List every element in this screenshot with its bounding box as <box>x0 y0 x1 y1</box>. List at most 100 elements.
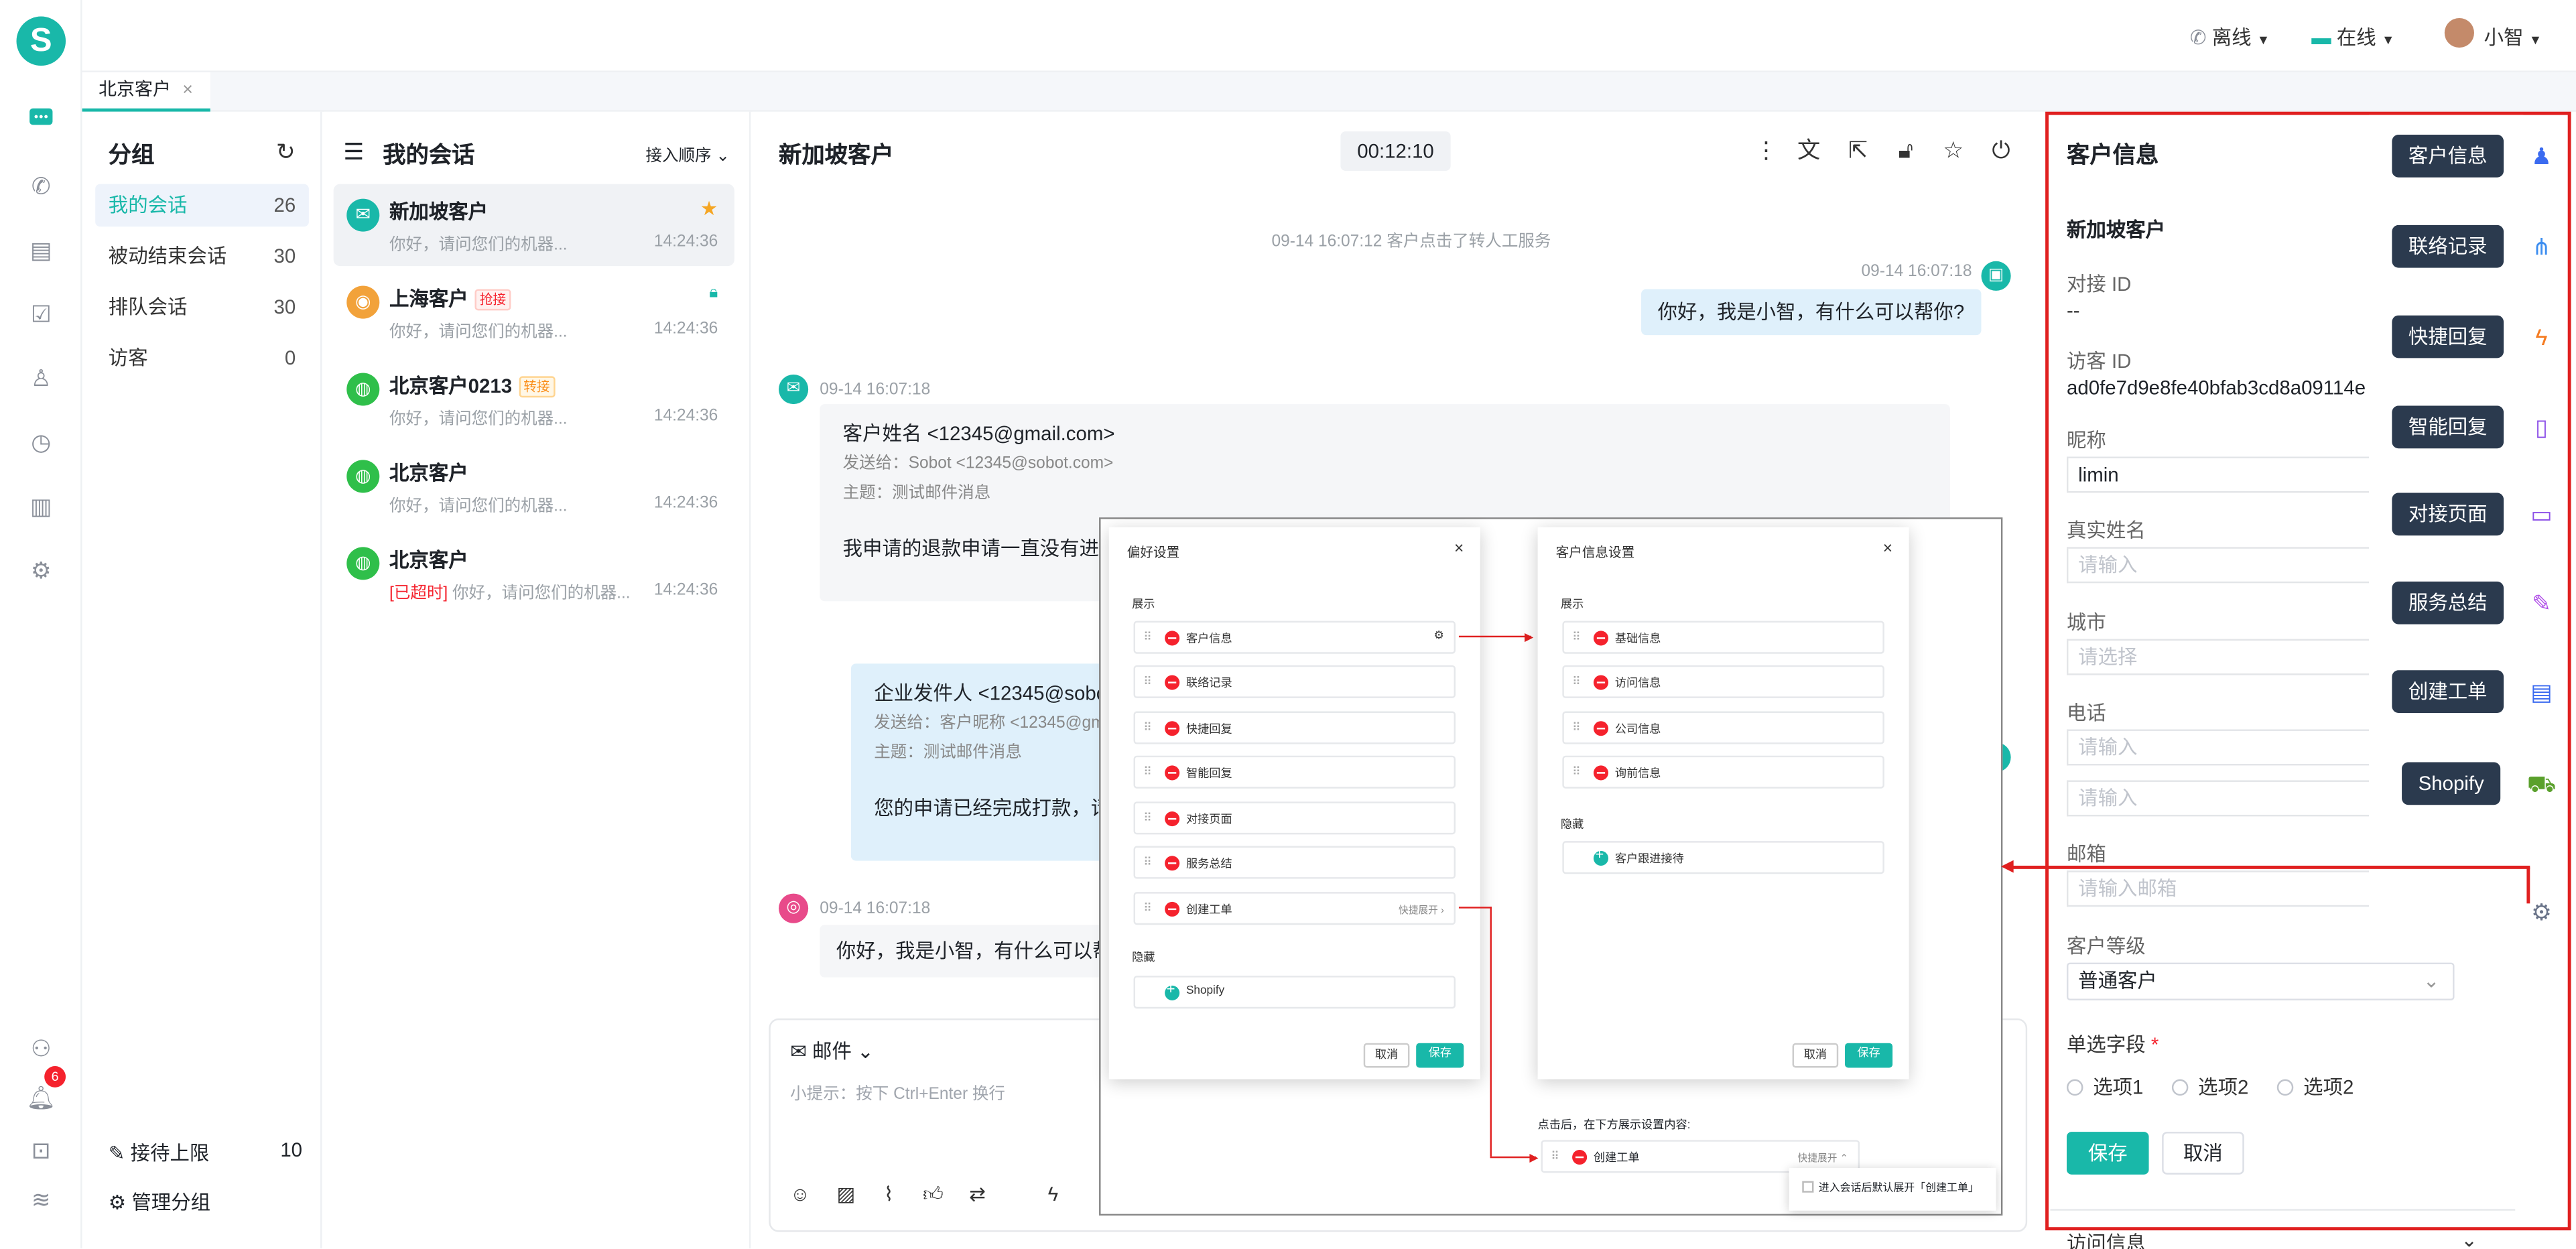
menu-pill-dock-page[interactable]: 对接页面 <box>2392 492 2504 536</box>
gear-icon[interactable]: ⚙ <box>1433 629 1443 642</box>
history-icon[interactable]: ◷ <box>25 425 58 458</box>
attachment-icon[interactable]: ⌇ <box>876 1181 902 1207</box>
lightning-icon[interactable]: ϟ <box>2526 322 2556 351</box>
drag-handle-icon[interactable]: ⠿ <box>1143 675 1152 688</box>
menu-pill-contact-records[interactable]: 联络记录 <box>2392 224 2504 268</box>
tree-icon[interactable]: ⋔ <box>2526 232 2556 261</box>
checkbox-icon[interactable] <box>1802 1181 1814 1193</box>
info-row[interactable]: ⠿ 基础信息 <box>1562 620 1884 654</box>
remove-icon[interactable] <box>1593 675 1609 690</box>
phone-input[interactable]: 请输入 <box>2066 729 2370 766</box>
phone-status[interactable]: ✆ 离线 ▼ <box>2190 23 2270 51</box>
save-button[interactable]: 保存 <box>2066 1132 2149 1175</box>
radio-option-3[interactable]: 选项2 <box>2276 1076 2354 1099</box>
city-select[interactable]: 请选择 <box>2066 639 2370 675</box>
manage-groups[interactable]: ⚙ 管理分组 <box>109 1187 210 1215</box>
contact-icon[interactable]: ♙ <box>25 361 58 394</box>
settings-icon[interactable]: ⚙ <box>25 553 58 586</box>
close-icon[interactable]: × <box>1454 541 1464 559</box>
remove-icon[interactable] <box>1165 721 1180 736</box>
summary-icon[interactable]: ✎ <box>2526 588 2556 618</box>
conversation-item[interactable]: ✉ 新加坡客户 ★ 你好，请问您们的机器... 14:24:36 <box>333 184 734 267</box>
ticket-expand-option[interactable]: 进入会话后默认展开「创建工单」 <box>1789 1168 1996 1211</box>
remove-icon[interactable] <box>1572 1150 1588 1165</box>
conversation-item[interactable]: ◍ 北京客户 你好，请问您们的机器... 14:24:36 <box>334 445 734 527</box>
unlock-icon[interactable]: 🔓︎ <box>1891 135 1921 164</box>
nickname-input[interactable]: limin <box>2066 456 2370 493</box>
window-icon[interactable]: ▭ <box>2526 499 2556 529</box>
level-select[interactable]: 普通客户 ⌄ <box>2066 962 2455 1000</box>
add-icon[interactable] <box>1165 981 1180 1000</box>
sort-dropdown[interactable]: 接入顺序 ⌄ <box>645 141 729 166</box>
drag-handle-icon[interactable]: ⠿ <box>1572 675 1581 688</box>
share-icon[interactable]: ⇱ <box>1844 135 1873 164</box>
info-row[interactable]: ⠿ 公司信息 <box>1562 711 1884 744</box>
cancel-button[interactable]: 取消 <box>2162 1132 2244 1175</box>
remove-icon[interactable] <box>1593 631 1609 646</box>
drag-handle-icon[interactable]: ⠿ <box>1572 765 1581 779</box>
drag-handle-icon[interactable]: ⠿ <box>1143 631 1152 644</box>
email-input[interactable]: 请输入邮箱 <box>2066 870 2370 907</box>
pref-row[interactable]: ⠿ 服务总结 <box>1133 846 1456 879</box>
image-icon[interactable]: ▨ <box>833 1181 859 1207</box>
pref-row[interactable]: ⠿ 快捷回复 <box>1133 711 1456 744</box>
radio-option-1[interactable]: 选项1 <box>2066 1076 2143 1099</box>
drag-handle-icon[interactable]: ⠿ <box>1143 811 1152 824</box>
composer-hint[interactable]: 小提示：按下 Ctrl+Enter 换行 <box>790 1079 1005 1104</box>
conversation-item[interactable]: ◍ 北京客户 [已超时] 你好，请问您们的机器... 14:24:36 <box>334 532 734 614</box>
drag-handle-icon[interactable]: ⠿ <box>1572 631 1581 644</box>
user-menu[interactable]: 小智 ▼ <box>2484 23 2542 51</box>
star-outline-icon[interactable]: ☆ <box>1939 135 1968 164</box>
phone-input-2[interactable]: 请输入 <box>2066 780 2370 817</box>
remove-icon[interactable] <box>1165 675 1180 690</box>
drag-handle-icon[interactable]: ⠿ <box>1143 721 1152 734</box>
group-item-passive-ended[interactable]: 被动结束会话 30 <box>95 235 309 278</box>
remove-icon[interactable] <box>1593 765 1609 781</box>
team-icon[interactable]: ⚇ <box>25 1032 58 1065</box>
info-row[interactable]: ⠿ 访问信息 <box>1562 665 1884 698</box>
pref-row[interactable]: ⠿ 智能回复 <box>1133 755 1456 789</box>
power-icon[interactable]: ⏻ <box>1986 135 2016 164</box>
close-icon[interactable]: × <box>182 80 193 100</box>
group-item-queue[interactable]: 排队会话 30 <box>95 286 309 329</box>
cancel-button[interactable]: 取消 <box>1792 1043 1839 1068</box>
phone-icon[interactable]: ✆ <box>25 170 58 202</box>
online-status[interactable]: ▬ 在线 ▼ <box>2311 23 2394 51</box>
menu-pill-create-ticket[interactable]: 创建工单 <box>2392 670 2504 713</box>
more-icon[interactable]: ⋮ <box>1751 135 1781 164</box>
channel-select[interactable]: ✉ 邮件 ⌄ <box>790 1037 874 1065</box>
ticket-icon[interactable]: ▤ <box>2526 677 2556 706</box>
reception-limit[interactable]: ✎ 接待上限 10 <box>109 1138 302 1167</box>
info-row-hidden[interactable]: 客户跟进接待 <box>1562 841 1884 874</box>
wifi-icon[interactable]: ≋ <box>25 1183 58 1215</box>
menu-pill-customer-info[interactable]: 客户信息 <box>2392 135 2504 178</box>
remove-icon[interactable] <box>1165 631 1180 646</box>
user-icon[interactable]: ♟ <box>2526 141 2556 171</box>
pref-row[interactable]: ⠿ 联络记录 <box>1133 665 1456 698</box>
radio-option-2[interactable]: 选项2 <box>2171 1076 2248 1099</box>
document-icon[interactable]: ▤ <box>25 233 58 266</box>
stats-icon[interactable]: ▥ <box>25 490 58 523</box>
quick-expand-toggle[interactable]: 快捷展开 › <box>1399 902 1444 917</box>
ticket-icon[interactable]: ☑ <box>25 298 58 330</box>
tab-beijing-customer[interactable]: 北京客户 × <box>82 72 210 112</box>
drag-handle-icon[interactable]: ⠿ <box>1143 856 1152 869</box>
star-icon[interactable]: ★ <box>700 197 718 220</box>
menu-pill-quick-reply[interactable]: 快捷回复 <box>2392 315 2504 358</box>
pref-row[interactable]: ⠿ 客户信息 ⚙ <box>1133 620 1456 654</box>
chat-icon[interactable] <box>25 105 58 138</box>
save-button[interactable]: 保存 <box>1416 1043 1464 1068</box>
cancel-button[interactable]: 取消 <box>1363 1043 1410 1068</box>
book-icon[interactable]: ▯ <box>2526 412 2556 442</box>
pref-row[interactable]: ⠿ 创建工单 快捷展开 › <box>1133 892 1456 925</box>
gear-icon[interactable]: ⚙ <box>2526 897 2556 927</box>
visit-info-section[interactable]: 访问信息 ⌄ <box>2067 1229 2477 1249</box>
remove-icon[interactable] <box>1165 901 1180 917</box>
thumbs-up-icon[interactable]: 👍︎ <box>920 1181 946 1207</box>
list-icon[interactable]: ☰ <box>343 138 364 166</box>
pref-row-hidden[interactable]: Shopify <box>1133 976 1456 1009</box>
inbox-icon[interactable]: ⊡ <box>25 1134 58 1167</box>
save-button[interactable]: 保存 <box>1845 1043 1893 1068</box>
menu-pill-shopify[interactable]: Shopify <box>2402 762 2501 805</box>
remove-icon[interactable] <box>1165 765 1180 781</box>
